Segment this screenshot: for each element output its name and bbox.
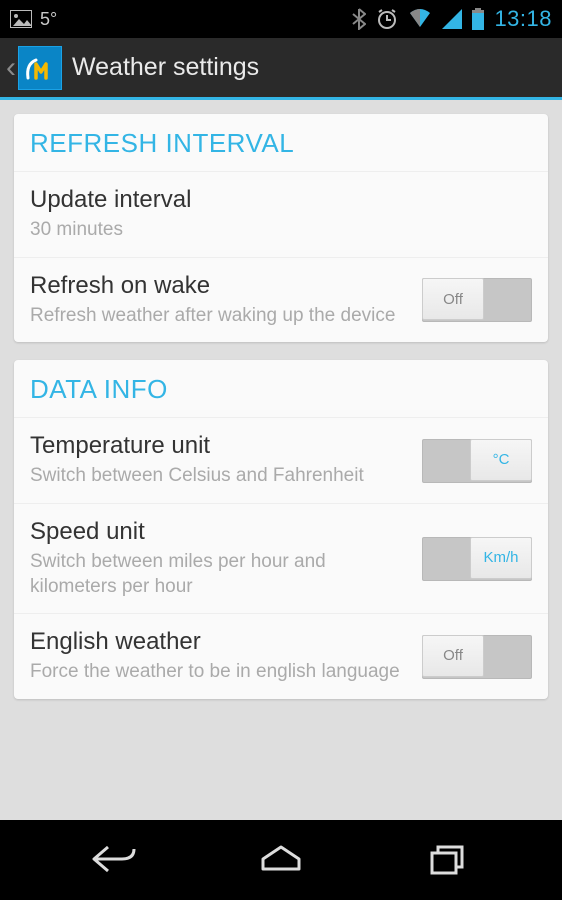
content-area: REFRESH INTERVAL Update interval 30 minu…	[0, 100, 562, 820]
section-header: DATA INFO	[14, 360, 548, 418]
row-refresh-on-wake[interactable]: Refresh on wake Refresh weather after wa…	[14, 258, 548, 343]
row-subtitle: Force the weather to be in english langu…	[30, 660, 412, 685]
row-title: Speed unit	[30, 518, 412, 546]
toggle-speed-unit[interactable]: Km/h	[422, 537, 532, 581]
toggle-label: Km/h	[470, 537, 532, 579]
app-icon[interactable]	[18, 46, 62, 90]
alarm-icon	[376, 8, 398, 30]
toggle-label: Off	[422, 635, 484, 677]
back-button[interactable]: ‹	[6, 51, 16, 85]
toggle-refresh-on-wake[interactable]: Off	[422, 278, 532, 322]
navigation-bar	[0, 820, 562, 898]
status-bar: 5° 13:18	[0, 0, 562, 38]
section-refresh-interval: REFRESH INTERVAL Update interval 30 minu…	[14, 114, 548, 342]
battery-icon	[472, 8, 484, 30]
nav-recent-button[interactable]	[408, 834, 488, 884]
nav-home-button[interactable]	[241, 834, 321, 884]
row-english-weather[interactable]: English weather Force the weather to be …	[14, 614, 548, 699]
toggle-label: °C	[470, 439, 532, 481]
status-time: 13:18	[494, 6, 552, 32]
row-title: English weather	[30, 628, 412, 656]
row-title: Temperature unit	[30, 432, 412, 460]
row-update-interval[interactable]: Update interval 30 minutes	[14, 172, 548, 258]
row-title: Refresh on wake	[30, 272, 412, 300]
nav-back-button[interactable]	[74, 834, 154, 884]
row-subtitle: Refresh weather after waking up the devi…	[30, 304, 412, 329]
toggle-temperature-unit[interactable]: °C	[422, 439, 532, 483]
row-speed-unit[interactable]: Speed unit Switch between miles per hour…	[14, 504, 548, 614]
row-temperature-unit[interactable]: Temperature unit Switch between Celsius …	[14, 418, 548, 504]
toggle-english-weather[interactable]: Off	[422, 635, 532, 679]
section-header: REFRESH INTERVAL	[14, 114, 548, 172]
toggle-label: Off	[422, 278, 484, 320]
row-subtitle: 30 minutes	[30, 218, 522, 243]
row-subtitle: Switch between miles per hour and kilome…	[30, 550, 412, 599]
status-temp: 5°	[40, 9, 57, 30]
section-data-info: DATA INFO Temperature unit Switch betwee…	[14, 360, 548, 699]
row-subtitle: Switch between Celsius and Fahrenheit	[30, 464, 412, 489]
bluetooth-icon	[352, 8, 366, 30]
wifi-icon	[408, 9, 432, 29]
action-bar: ‹ Weather settings	[0, 38, 562, 100]
signal-icon	[442, 9, 462, 29]
row-title: Update interval	[30, 186, 522, 214]
page-title: Weather settings	[72, 53, 259, 82]
picture-icon	[10, 10, 32, 28]
